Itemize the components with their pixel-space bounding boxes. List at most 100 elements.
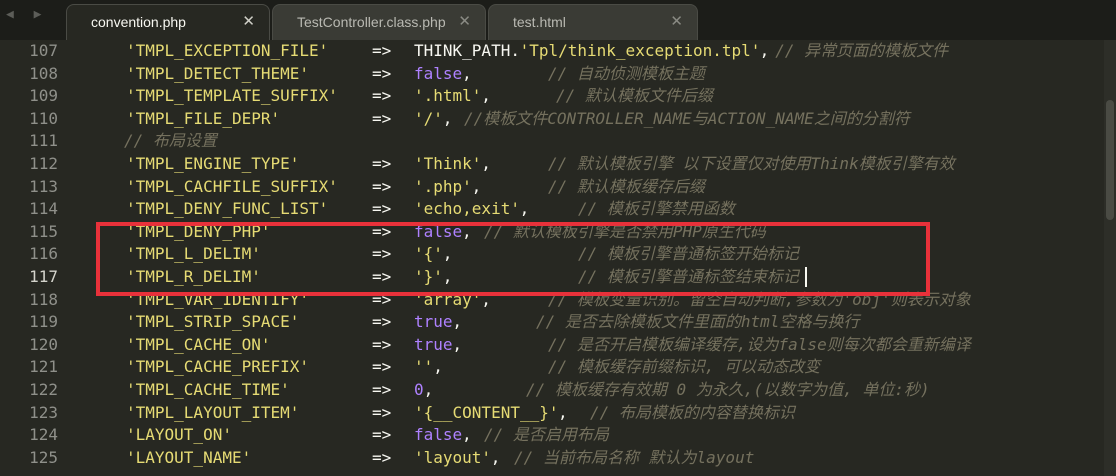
- code-punctuation: ,: [442, 108, 453, 128]
- line-number: 117: [29, 267, 58, 286]
- code-punctuation: ,: [471, 176, 482, 196]
- red-highlight-box: [96, 222, 930, 296]
- close-icon[interactable]: ✕: [458, 12, 471, 30]
- code-comment: // 模板缓存有效期 0 为永久,(以数字为值, 单位:秒): [526, 380, 930, 399]
- line-number: 111: [29, 131, 58, 151]
- code-comment: // 默认模板文件后缀: [556, 86, 713, 106]
- line-number: 113: [29, 176, 58, 196]
- arrow-operator: =>: [372, 425, 392, 445]
- arrow-operator: =>: [372, 63, 392, 83]
- code-comment: // 异常页面的模板文件: [775, 41, 949, 60]
- code-value: 'echo,exit': [414, 199, 520, 219]
- code-line[interactable]: 'TMPL_TEMPLATE_SUFFIX' => '.html', // 默认模板文…: [74, 85, 1116, 108]
- config-key: 'LAYOUT_NAME': [126, 447, 252, 467]
- arrow-operator: =>: [372, 176, 392, 196]
- code-comment: // 是否去除模板文件里面的html空格与换行: [536, 312, 860, 332]
- line-number: 114: [29, 199, 58, 219]
- arrow-operator: =>: [372, 447, 392, 467]
- code-punctuation: ,: [452, 312, 463, 332]
- code-comment: // 模板引擎禁用函数: [578, 199, 735, 219]
- code-line[interactable]: 'TMPL_DENY_FUNC_LIST' => 'echo,exit', // 模板…: [74, 198, 1116, 221]
- config-key: 'TMPL_TEMPLATE_SUFFIX': [126, 86, 338, 106]
- code-value: '.html': [414, 86, 482, 106]
- scroll-thumb[interactable]: [1106, 100, 1114, 220]
- code-comment: // 布局模板的内容替换标识: [590, 402, 795, 422]
- code-punctuation: THINK_PATH.: [414, 41, 520, 60]
- config-key: 'TMPL_CACHFILE_SUFFIX': [126, 176, 338, 196]
- code-value: false: [414, 63, 463, 83]
- code-punctuation: ,: [519, 199, 530, 219]
- code-line[interactable]: 'LAYOUT_ON' => false, // 是否启用布局: [74, 424, 1116, 447]
- code-line[interactable]: 'TMPL_CACHE_ON' => true, // 是否开启模板编译缓存,设为fa…: [74, 334, 1116, 357]
- code-line[interactable]: 'TMPL_CACHE_PREFIX' => '', // 模板缓存前缀标识, 可以动…: [74, 356, 1116, 379]
- line-number: 116: [29, 244, 58, 264]
- arrow-operator: =>: [372, 86, 392, 106]
- code-value: true: [414, 312, 453, 332]
- arrow-operator: =>: [372, 357, 392, 377]
- line-number: 110: [29, 108, 58, 128]
- code-comment: // 当前布局名称 默认为layout: [514, 447, 755, 467]
- code-comment: // 默认模板引擎 以下设置仅对使用Think模板引擎有效: [548, 154, 955, 173]
- tab-testcontroller[interactable]: TestController.class.php ✕: [272, 4, 486, 40]
- line-number: 125: [29, 447, 58, 467]
- code-comment: // 是否启用布局: [484, 425, 609, 445]
- code-punctuation: ,: [433, 357, 443, 377]
- code-comment: // 默认模板缓存后缀: [548, 176, 705, 196]
- code-value: true: [414, 334, 453, 354]
- code-comment: //模板文件CONTROLLER_NAME与ACTION_NAME之间的分割符: [464, 108, 910, 128]
- code-line[interactable]: 'TMPL_FILE_DEPR' => '/', //模板文件CONTROLLER_N…: [74, 108, 1116, 131]
- tab-convention-php[interactable]: convention.php ✕: [66, 4, 270, 40]
- arrow-operator: =>: [372, 334, 392, 354]
- arrow-operator: =>: [372, 108, 392, 128]
- config-key: 'TMPL_FILE_DEPR': [126, 108, 281, 128]
- close-icon[interactable]: ✕: [670, 12, 683, 30]
- config-key: 'TMPL_LAYOUT_ITEM': [126, 402, 300, 422]
- vertical-scrollbar[interactable]: [1104, 40, 1116, 476]
- line-number: 112: [29, 154, 58, 173]
- code-line[interactable]: 'TMPL_LAYOUT_ITEM' => '{__CONTENT__}', // 布…: [74, 402, 1116, 425]
- code-punctuation: ,: [462, 63, 472, 83]
- code-value: false: [414, 425, 463, 445]
- tab-bar: ◀ ▶ convention.php ✕ TestController.clas…: [0, 0, 1116, 40]
- line-number: 109: [29, 86, 58, 106]
- config-key: 'TMPL_ENGINE_TYPE': [126, 154, 300, 173]
- close-icon[interactable]: ✕: [242, 12, 255, 30]
- code-value: '.php': [414, 176, 472, 196]
- code-line[interactable]: 'TMPL_DETECT_THEME' => false, // 自动侦测模板主题: [74, 63, 1116, 86]
- code-punctuation: ,: [452, 334, 463, 354]
- line-number: 119: [29, 312, 58, 332]
- arrow-operator: =>: [372, 154, 392, 173]
- code-punctuation: ,: [462, 425, 472, 445]
- code-value: 'Think': [414, 154, 482, 173]
- code-punctuation: ,: [481, 154, 491, 173]
- code-line[interactable]: 'TMPL_STRIP_SPACE' => true, // 是否去除模板文件里面的h…: [74, 311, 1116, 334]
- config-key: 'TMPL_STRIP_SPACE': [126, 312, 300, 332]
- tab-label: convention.php: [91, 14, 186, 30]
- arrow-operator: =>: [372, 41, 392, 60]
- code-comment: // 是否开启模板编译缓存,设为false则每次都会重新编译: [548, 334, 971, 354]
- tab-label: test.html: [513, 14, 566, 30]
- code-line[interactable]: 'LAYOUT_NAME' => 'layout', // 当前布局名称 默认为lay…: [74, 447, 1116, 470]
- tab-nav-arrows-icon[interactable]: ◀ ▶: [6, 7, 62, 29]
- code-line[interactable]: 'TMPL_CACHE_TIME' => 0, // 模板缓存有效期 0 为永久,(以…: [74, 379, 1116, 402]
- code-punctuation: ,: [423, 380, 434, 399]
- line-number: 123: [29, 402, 58, 422]
- tab-label: TestController.class.php: [297, 14, 446, 30]
- line-number-gutter: 107 108 109 110 111 112 113 114 115 116 117 118 119 1…: [0, 40, 74, 476]
- code-line[interactable]: // 布局设置: [74, 130, 1116, 153]
- line-number: 120: [29, 334, 58, 354]
- code-punctuation: ,: [558, 402, 568, 422]
- config-key: 'LAYOUT_ON': [126, 425, 232, 445]
- code-line[interactable]: 'TMPL_EXCEPTION_FILE' => THINK_PATH. 'Tpl/t…: [74, 40, 1116, 63]
- code-value: '': [414, 357, 434, 377]
- line-number: 118: [29, 289, 58, 309]
- code-punctuation: ,: [490, 447, 501, 467]
- tab-test-html[interactable]: test.html ✕: [488, 4, 698, 40]
- config-key: 'TMPL_DENY_FUNC_LIST': [126, 199, 329, 219]
- line-number: 121: [29, 357, 58, 377]
- config-key: 'TMPL_DETECT_THEME': [126, 63, 310, 83]
- line-number: 122: [29, 380, 58, 399]
- code-punctuation: ,: [481, 86, 491, 106]
- code-line[interactable]: 'TMPL_CACHFILE_SUFFIX' => '.php', // 默认模板缓存…: [74, 176, 1116, 199]
- code-line[interactable]: 'TMPL_ENGINE_TYPE' => 'Think', // 默认模板引擎 以下…: [74, 153, 1116, 176]
